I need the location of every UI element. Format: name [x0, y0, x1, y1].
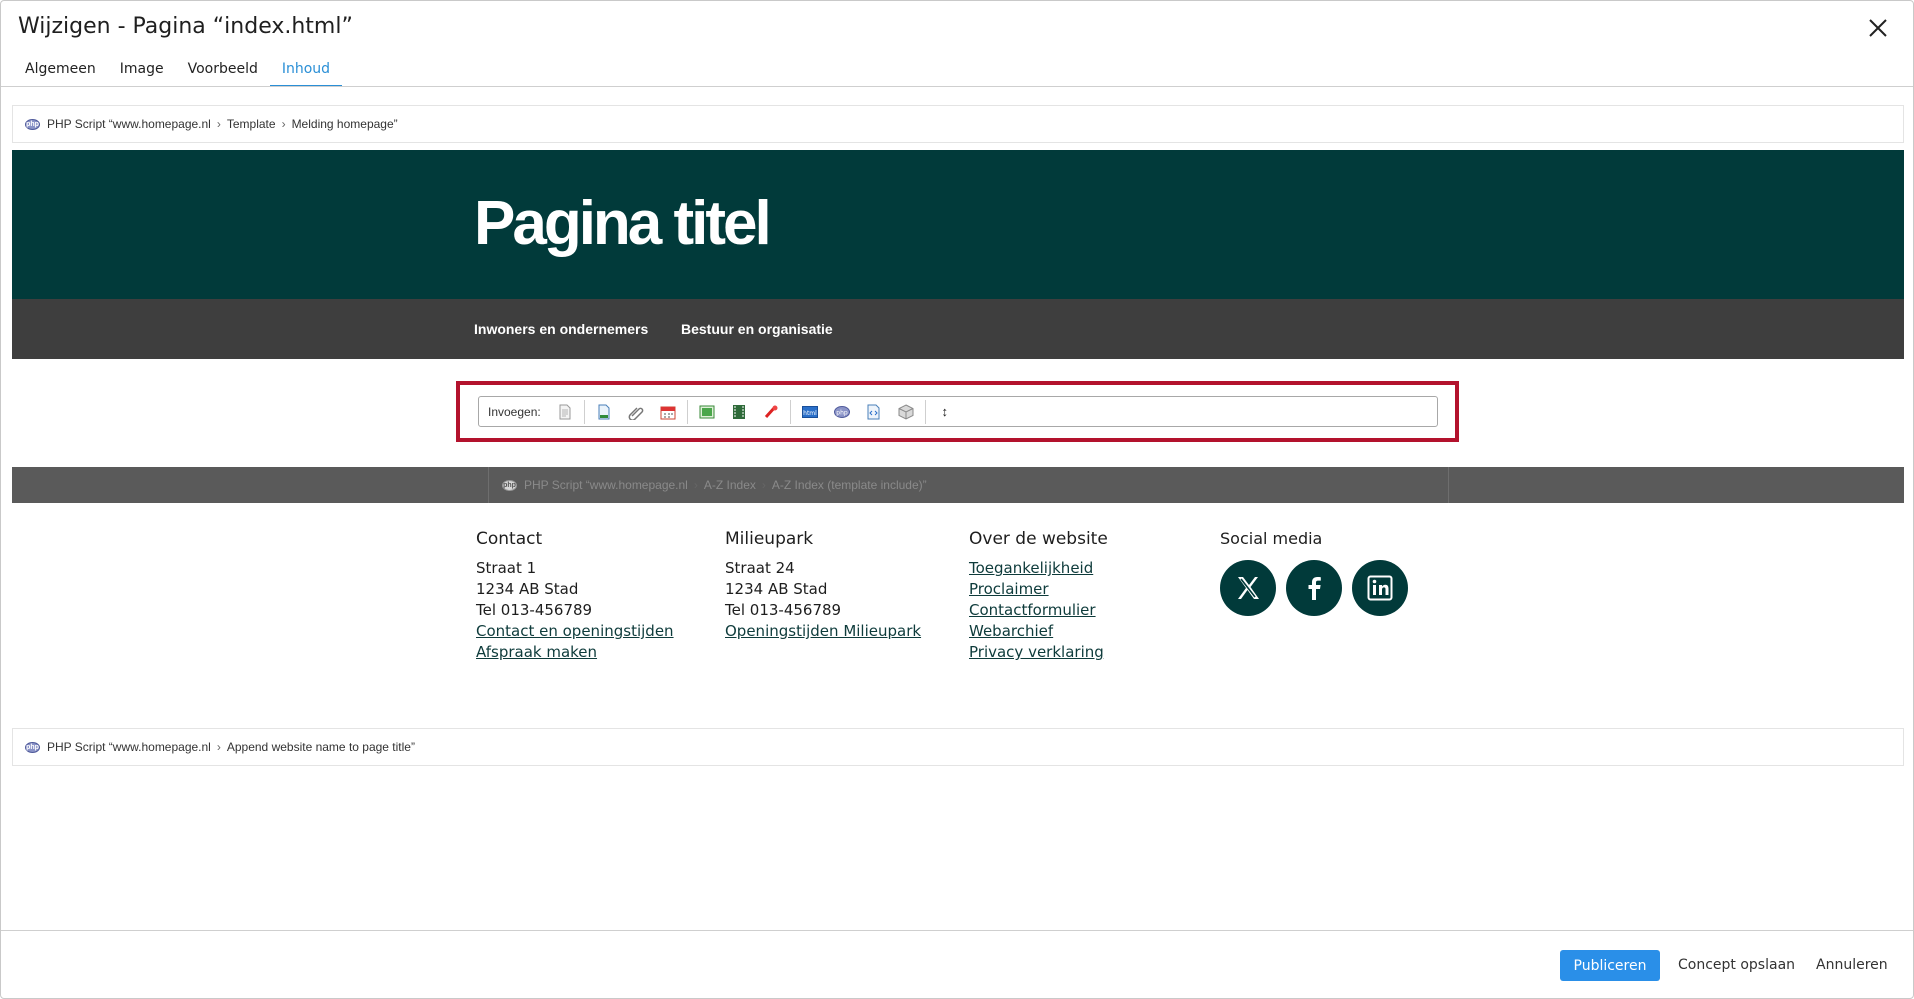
- php-script-append-bar[interactable]: php PHP Script “www.homepage.nl › Append…: [12, 728, 1904, 766]
- crumb-separator: ›: [216, 117, 221, 131]
- contact-line: Straat 1: [476, 559, 537, 577]
- footer-social: Social media: [1220, 529, 1408, 616]
- preview-header: Pagina titel: [12, 150, 1904, 299]
- box-icon[interactable]: [895, 401, 917, 423]
- contact-line: Tel 013-456789: [476, 601, 593, 619]
- crumb-separator: ›: [693, 478, 698, 492]
- insert-toolbar: Invoegen: html php ↕: [478, 396, 1438, 427]
- x-icon[interactable]: [1220, 560, 1276, 616]
- php-icon: php: [25, 118, 40, 130]
- crumb-part: Append website name to page title”: [226, 740, 415, 754]
- tab-bar: Algemeen Image Voorbeeld Inhoud: [13, 57, 343, 87]
- toolbar-separator: [686, 399, 688, 424]
- social-icons: [1220, 560, 1408, 616]
- milieupark-link[interactable]: Openingstijden Milieupark: [725, 621, 921, 642]
- php-icon: php: [25, 741, 40, 753]
- website-heading: Over de website: [969, 529, 1108, 549]
- svg-text:php: php: [836, 409, 848, 416]
- footer-website: Over de website Toegankelijkheid Proclai…: [969, 529, 1108, 663]
- attachment-icon[interactable]: [625, 401, 647, 423]
- tabs-divider: [1, 86, 1913, 87]
- document-icon[interactable]: [593, 401, 615, 423]
- php-icon[interactable]: php: [831, 401, 853, 423]
- website-link[interactable]: Toegankelijkheid: [969, 558, 1108, 579]
- footer-milieupark: Milieupark Straat 24 1234 AB Stad Tel 01…: [725, 529, 921, 642]
- linkedin-icon[interactable]: [1352, 560, 1408, 616]
- crumb-part: Template: [226, 117, 276, 131]
- facebook-icon[interactable]: [1286, 560, 1342, 616]
- tab-voorbeeld[interactable]: Voorbeeld: [176, 57, 270, 87]
- milieupark-line: Tel 013-456789: [725, 601, 842, 619]
- cancel-button[interactable]: Annuleren: [1816, 957, 1888, 973]
- social-heading: Social media: [1220, 529, 1323, 548]
- dialog-title: Wijzigen - Pagina “index.html”: [18, 14, 353, 39]
- website-link[interactable]: Webarchief: [969, 621, 1108, 642]
- contact-link[interactable]: Afspraak maken: [476, 642, 674, 663]
- calendar-icon[interactable]: [657, 401, 679, 423]
- milieupark-line: 1234 AB Stad: [725, 580, 828, 598]
- code-icon[interactable]: [863, 401, 885, 423]
- website-link[interactable]: Proclaimer: [969, 579, 1108, 600]
- crumb-separator: ›: [216, 740, 221, 754]
- html-icon[interactable]: html: [799, 401, 821, 423]
- svg-text:html: html: [803, 410, 817, 417]
- edit-page-dialog: Wijzigen - Pagina “index.html” Algemeen …: [0, 0, 1914, 999]
- milieupark-line: Straat 24: [725, 559, 795, 577]
- php-script-az-bar[interactable]: php PHP Script “www.homepage.nl › A-Z In…: [488, 467, 1449, 503]
- insert-label: Invoegen:: [488, 404, 541, 419]
- toolbar-separator: [924, 399, 926, 424]
- publish-button[interactable]: Publiceren: [1560, 950, 1660, 981]
- tab-inhoud[interactable]: Inhoud: [269, 57, 343, 87]
- footer-divider: [1, 930, 1913, 931]
- contact-line: 1234 AB Stad: [476, 580, 579, 598]
- page-icon[interactable]: [554, 401, 576, 423]
- crumb-prefix: PHP Script “www.homepage.nl: [524, 478, 688, 492]
- php-icon: php: [502, 479, 517, 491]
- tab-image[interactable]: Image: [108, 57, 176, 87]
- line-break-icon[interactable]: ↕: [934, 401, 956, 423]
- toolbar-separator: [789, 399, 791, 424]
- website-link[interactable]: Contactformulier: [969, 600, 1108, 621]
- close-icon[interactable]: [1867, 17, 1889, 39]
- nav-item-bestuur[interactable]: Bestuur en organisatie: [681, 321, 833, 337]
- tab-algemeen[interactable]: Algemeen: [13, 57, 108, 87]
- film-icon[interactable]: [728, 401, 750, 423]
- crumb-part: A-Z Index (template include)”: [771, 478, 927, 492]
- php-script-template-bar[interactable]: php PHP Script “www.homepage.nl › Templa…: [12, 105, 1904, 143]
- az-index-row: php PHP Script “www.homepage.nl › A-Z In…: [12, 467, 1904, 503]
- contact-heading: Contact: [476, 529, 543, 549]
- save-draft-button[interactable]: Concept opslaan: [1678, 957, 1795, 973]
- toolbar-separator: [583, 399, 585, 424]
- crumb-prefix: PHP Script “www.homepage.nl: [47, 117, 211, 131]
- crumb-separator: ›: [281, 117, 286, 131]
- pdf-icon[interactable]: [760, 401, 782, 423]
- crumb-part: A-Z Index: [703, 478, 756, 492]
- crumb-prefix: PHP Script “www.homepage.nl: [47, 740, 211, 754]
- footer-contact: Contact Straat 1 1234 AB Stad Tel 013-45…: [476, 529, 674, 663]
- crumb-separator: ›: [761, 478, 766, 492]
- contact-link[interactable]: Contact en openingstijden: [476, 621, 674, 642]
- milieupark-heading: Milieupark: [725, 529, 814, 549]
- image-icon[interactable]: [696, 401, 718, 423]
- crumb-part: Melding homepage”: [291, 117, 398, 131]
- page-title: Pagina titel: [474, 189, 772, 258]
- nav-item-inwoners[interactable]: Inwoners en ondernemers: [474, 321, 648, 337]
- website-link[interactable]: Privacy verklaring: [969, 642, 1108, 663]
- preview-nav: Inwoners en ondernemers Bestuur en organ…: [12, 299, 1904, 359]
